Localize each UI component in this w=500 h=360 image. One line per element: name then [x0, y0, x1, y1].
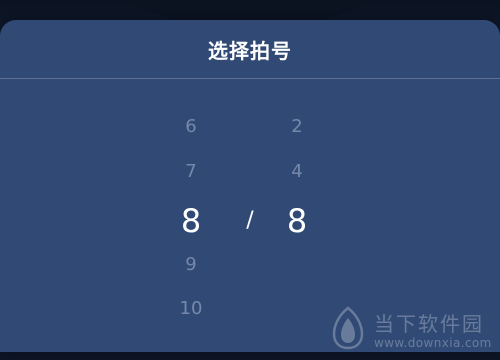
watermark-url: www.downxia.com [374, 336, 492, 350]
numerator-selected[interactable]: 8 [161, 201, 221, 241]
denominator-option[interactable]: 4 [267, 153, 327, 189]
sheet-title: 选择拍号 [208, 38, 292, 63]
numerator-option[interactable]: 9 [161, 246, 221, 282]
time-signature-picker: 6 7 8 9 10 / 2 4 8 [0, 102, 500, 332]
numerator-option[interactable]: 6 [161, 108, 221, 144]
denominator-option[interactable]: 2 [267, 108, 327, 144]
numerator-option[interactable]: 7 [161, 153, 221, 189]
time-signature-sheet: 选择拍号 6 7 8 9 10 / 2 4 8 当下软件园 www.downxi… [0, 20, 500, 352]
header-divider [0, 78, 500, 79]
watermark: 当下软件园 www.downxia.com [330, 300, 495, 360]
numerator-option[interactable]: 10 [161, 290, 221, 326]
numerator-picker[interactable]: 6 7 8 9 10 [161, 102, 221, 332]
fraction-separator: / [246, 207, 254, 233]
denominator-selected[interactable]: 8 [267, 201, 327, 241]
watermark-title: 当下软件园 [374, 312, 484, 336]
sheet-header: 选择拍号 [0, 20, 500, 78]
downxia-logo-icon [332, 306, 364, 350]
denominator-picker[interactable]: 2 4 8 [267, 102, 327, 332]
